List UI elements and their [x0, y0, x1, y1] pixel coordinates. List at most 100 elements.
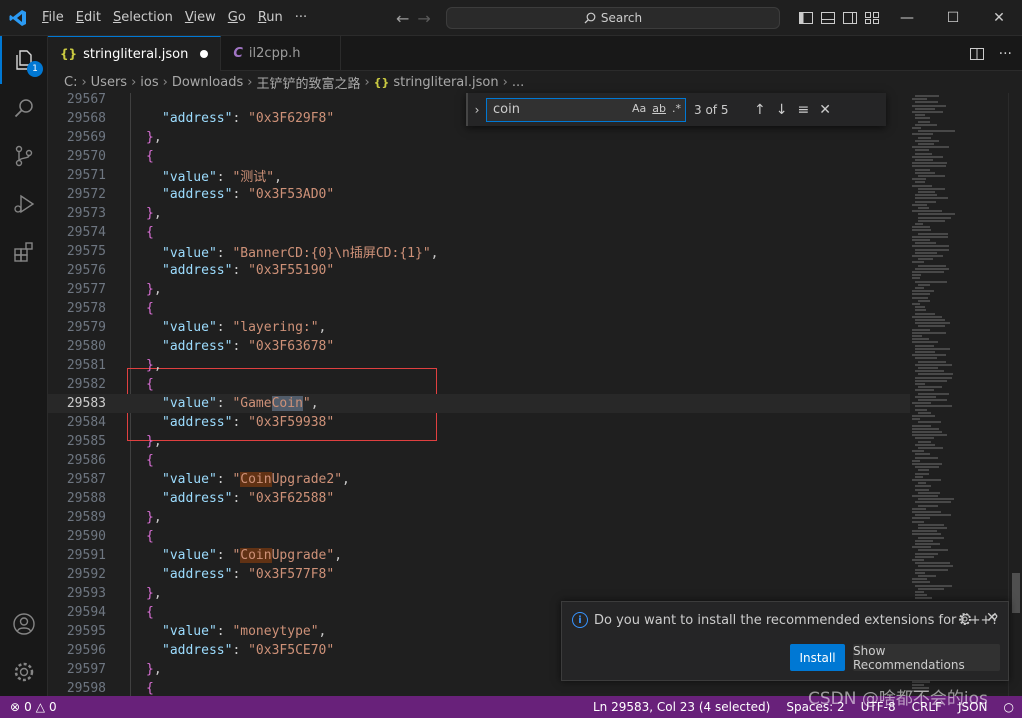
- menu-view[interactable]: View: [179, 0, 222, 36]
- code-line[interactable]: 29578 {: [48, 299, 910, 318]
- title-bar: File Edit Selection View Go Run ··· ← → …: [0, 0, 1022, 36]
- whole-word-toggle[interactable]: ab: [652, 102, 666, 115]
- scrollbar-thumb[interactable]: [1012, 573, 1020, 613]
- menu-selection[interactable]: Selection: [107, 0, 179, 36]
- code-line[interactable]: 29592 "address": "0x3F577F8": [48, 565, 910, 584]
- close-window-button[interactable]: ✕: [976, 0, 1022, 36]
- install-button[interactable]: Install: [790, 644, 845, 671]
- minimap-line: [915, 539, 933, 542]
- breadcrumb-item[interactable]: ios: [140, 75, 158, 90]
- explorer-icon[interactable]: 1: [0, 36, 48, 84]
- chevron-right-icon: ›: [247, 74, 253, 90]
- minimap-line: [912, 578, 927, 581]
- code-line[interactable]: 29591 "value": "CoinUpgrade",: [48, 546, 910, 565]
- code-line[interactable]: 29572 "address": "0x3F53AD0": [48, 185, 910, 204]
- extensions-icon[interactable]: [0, 228, 48, 276]
- code-line[interactable]: 29569},: [48, 128, 910, 147]
- cursor-position[interactable]: Ln 29583, Col 23 (4 selected): [593, 700, 770, 714]
- breadcrumb-item[interactable]: ...: [512, 75, 524, 90]
- find-in-selection-icon[interactable]: ≡: [797, 102, 809, 118]
- toggle-secondary-sidebar-icon[interactable]: [842, 10, 858, 26]
- minimap-line: [915, 223, 923, 225]
- breadcrumb-item[interactable]: 王铲铲的致富之路: [256, 73, 360, 92]
- close-find-icon[interactable]: ✕: [819, 102, 831, 118]
- minimize-button[interactable]: —: [884, 0, 930, 36]
- code-line[interactable]: 29570 {: [48, 147, 910, 166]
- code-line[interactable]: 29579 "value": "layering:",: [48, 318, 910, 337]
- vertical-scrollbar[interactable]: [1008, 93, 1022, 696]
- code-line[interactable]: 29582 {: [48, 375, 910, 394]
- code-line[interactable]: 29576 "address": "0x3F55190": [48, 261, 910, 280]
- line-number: 29568: [66, 111, 106, 126]
- code-line[interactable]: 29584 "address": "0x3F59938": [48, 413, 910, 432]
- json-braces-icon: {}: [373, 75, 390, 89]
- more-actions-icon[interactable]: ···: [999, 46, 1012, 62]
- code-text: },: [146, 510, 162, 525]
- code-token: :: [216, 396, 233, 411]
- find-input[interactable]: coin Aa ab .*: [486, 97, 686, 122]
- menu-file[interactable]: File: [36, 0, 70, 36]
- code-line[interactable]: 29575 "value": "BannerCD:{0}\n插屏CD:{1}",: [48, 242, 910, 261]
- unsaved-dot-icon[interactable]: [200, 50, 209, 58]
- breadcrumb-item[interactable]: Users: [91, 75, 127, 90]
- code-line[interactable]: 29581},: [48, 356, 910, 375]
- menu-run[interactable]: Run: [252, 0, 289, 36]
- code-token: }: [146, 434, 154, 449]
- code-text: {: [146, 377, 154, 392]
- code-line[interactable]: 29587 "value": "CoinUpgrade2",: [48, 470, 910, 489]
- problems-indicator[interactable]: ⊗ 0 △ 0: [0, 700, 57, 714]
- menu-edit[interactable]: Edit: [70, 0, 107, 36]
- breadcrumb-item[interactable]: C:: [64, 75, 77, 90]
- run-and-debug-icon[interactable]: [0, 180, 48, 228]
- source-control-icon[interactable]: [0, 132, 48, 180]
- menu-go[interactable]: Go: [222, 0, 252, 36]
- code-token: ,: [153, 206, 162, 221]
- warning-count: 0: [48, 700, 57, 714]
- accounts-icon[interactable]: [0, 600, 48, 648]
- code-line[interactable]: 29577},: [48, 280, 910, 299]
- code-line[interactable]: 29598 {: [48, 679, 910, 696]
- tab-il2cpp-h[interactable]: C il2cpp.h: [221, 36, 342, 71]
- back-arrow-icon[interactable]: ←: [396, 9, 409, 28]
- forward-arrow-icon[interactable]: →: [417, 9, 430, 28]
- split-editor-icon[interactable]: [969, 46, 985, 62]
- minimap-line: [912, 520, 924, 523]
- close-notification-icon[interactable]: ✕: [986, 610, 998, 626]
- code-line[interactable]: 29583 "value": "GameCoin",: [48, 394, 910, 413]
- toggle-panel-icon[interactable]: [820, 10, 836, 26]
- info-icon: i: [572, 612, 588, 628]
- code-line[interactable]: 29590 {: [48, 527, 910, 546]
- code-line[interactable]: 29580 "address": "0x3F63678": [48, 337, 910, 356]
- code-line[interactable]: 29588 "address": "0x3F62588": [48, 489, 910, 508]
- manage-gear-icon[interactable]: [0, 648, 48, 696]
- code-line[interactable]: 29586 {: [48, 451, 910, 470]
- match-case-toggle[interactable]: Aa: [632, 102, 646, 115]
- previous-match-arrow-icon[interactable]: ↑: [754, 102, 766, 118]
- show-recommendations-button[interactable]: Show Recommendations: [853, 644, 1000, 672]
- menu-more[interactable]: ···: [289, 0, 313, 36]
- line-number: 29572: [66, 187, 106, 202]
- command-center-search[interactable]: Search: [446, 7, 780, 29]
- minimap-line: [915, 453, 930, 456]
- window-controls: — ☐ ✕: [884, 0, 1022, 36]
- notifications-bell-icon[interactable]: ○: [1004, 700, 1014, 714]
- code-line[interactable]: 29585},: [48, 432, 910, 451]
- breadcrumb-item[interactable]: stringliteral.json: [393, 75, 498, 90]
- navigation-arrows: ← →: [396, 0, 431, 36]
- code-token: "address": [162, 491, 233, 506]
- code-line[interactable]: 29574 {: [48, 223, 910, 242]
- maximize-button[interactable]: ☐: [930, 0, 976, 36]
- toggle-replace-chevron-icon[interactable]: ›: [468, 103, 486, 117]
- code-line[interactable]: 29589},: [48, 508, 910, 527]
- next-match-arrow-icon[interactable]: ↓: [776, 102, 788, 118]
- code-line[interactable]: 29573},: [48, 204, 910, 223]
- customize-layout-icon[interactable]: [864, 10, 880, 26]
- minimap-line: [918, 386, 942, 389]
- code-line[interactable]: 29571 "value": "测试",: [48, 166, 910, 185]
- toggle-primary-sidebar-icon[interactable]: [798, 10, 814, 26]
- tab-stringliteral-json[interactable]: {} stringliteral.json: [48, 36, 222, 71]
- search-view-icon[interactable]: [0, 84, 48, 132]
- notification-settings-gear-icon[interactable]: [958, 612, 972, 626]
- breadcrumb-item[interactable]: Downloads: [172, 75, 243, 90]
- regex-toggle[interactable]: .*: [672, 102, 681, 115]
